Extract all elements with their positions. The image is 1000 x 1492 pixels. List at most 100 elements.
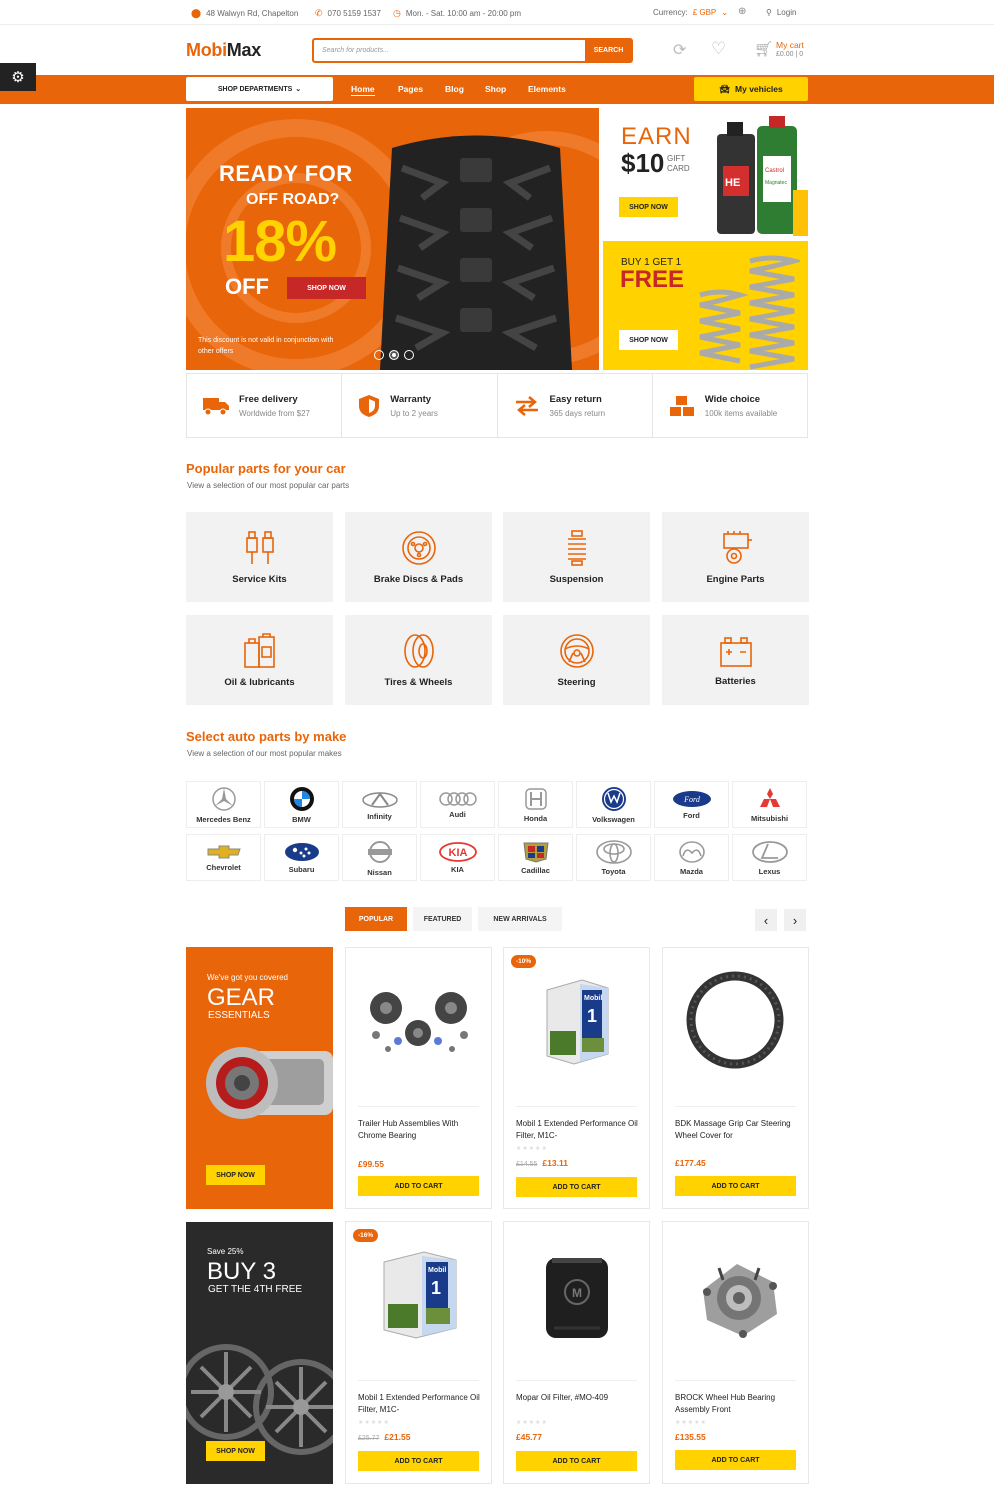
search-input[interactable]: Search for products... [322,47,389,54]
svg-text:1: 1 [587,1006,597,1026]
product-card[interactable]: Trailer Hub Assemblies With Chrome Beari… [345,947,492,1209]
product-card[interactable]: BDK Massage Grip Car Steering Wheel Cove… [662,947,809,1209]
globe-icon[interactable]: ⊕ [738,6,746,17]
tab-popular[interactable]: POPULAR [345,907,407,931]
make-mazda[interactable]: Mazda [654,834,729,881]
make-mitsubishi[interactable]: Mitsubishi [732,781,807,828]
nav-pages[interactable]: Pages [398,84,423,94]
add-to-cart-button[interactable]: ADD TO CART [516,1451,637,1471]
nav-blog[interactable]: Blog [445,84,464,94]
make-cadillac[interactable]: Cadillac [498,834,573,881]
login-link[interactable]: ⚲ Login [766,8,796,17]
makes-title: Select auto parts by make [186,729,347,744]
category-tires-wheels[interactable]: Tires & Wheels [345,615,492,705]
make-infinity[interactable]: Infinity [342,781,417,828]
compare-icon[interactable]: ⟳ [673,40,686,60]
logo[interactable]: MobiMax [186,40,261,61]
add-to-cart-button[interactable]: ADD TO CART [675,1450,796,1470]
phone[interactable]: ✆ 070 5159 1537 [315,8,381,19]
make-bmw[interactable]: BMW [264,781,339,828]
slider-dot[interactable] [404,350,414,360]
gear-shop-now-button[interactable]: SHOP NOW [206,1165,265,1185]
mini-cart[interactable]: My cart £0.00 | 0 [776,40,804,58]
category-steering[interactable]: Steering [503,615,650,705]
lexus-logo-icon [751,840,788,863]
slider-dot-active[interactable] [389,350,399,360]
popular-parts-subtitle: View a selection of our most popular car… [187,481,350,490]
category-batteries[interactable]: Batteries [662,615,809,705]
hero-shop-now-button[interactable]: SHOP NOW [287,277,366,299]
location-pin-icon: ⬤ [191,8,202,18]
nav-shop[interactable]: Shop [485,84,506,94]
make-volkswagen[interactable]: Volkswagen [576,781,651,828]
category-oil-lubricants[interactable]: Oil & lubricants [186,615,333,705]
make-subaru[interactable]: Subaru [264,834,339,881]
honda-logo-icon [524,787,547,810]
make-nissan[interactable]: Nissan [342,834,417,881]
nav-elements[interactable]: Elements [528,84,566,94]
svg-text:Mobil: Mobil [428,1267,446,1274]
product-name[interactable]: Mobil 1 Extended Performance Oil Filter,… [516,1118,641,1142]
product-name[interactable]: Mobil 1 Extended Performance Oil Filter,… [358,1392,483,1416]
category-engine-parts[interactable]: Engine Parts [662,512,809,602]
carousel-next-button[interactable]: › [784,909,806,931]
product-card[interactable]: BROCK Wheel Hub Bearing Assembly Front ★… [662,1221,809,1484]
add-to-cart-button[interactable]: ADD TO CART [358,1176,479,1196]
my-vehicles-button[interactable]: 🚘︎ My vehicles [694,77,808,101]
battery-icon [719,636,752,667]
svg-text:1: 1 [431,1278,441,1298]
currency-selector[interactable]: Currency: £ GBP ⌄ [653,8,728,17]
tab-new-arrivals[interactable]: NEW ARRIVALS [478,907,562,931]
make-audi[interactable]: Audi [420,781,495,828]
product-card[interactable]: -16% Mobil 1 Mobil 1 Extended Performanc… [345,1221,492,1484]
make-kia[interactable]: KIA KIA [420,834,495,881]
product-name[interactable]: Mopar Oil Filter, #MO-409 [516,1392,641,1404]
add-to-cart-button[interactable]: ADD TO CART [358,1451,479,1471]
search-button[interactable]: SEARCH [585,39,632,62]
product-price: £135.55 [675,1432,706,1442]
feature-easy-return: Easy return 365 days return [498,374,653,437]
make-toyota[interactable]: Toyota [576,834,651,881]
cart-icon[interactable]: 🛒︎ [754,40,773,58]
heart-icon[interactable]: ♡ [711,39,726,59]
earn-shop-now-button[interactable]: SHOP NOW [619,197,678,217]
shop-departments-button[interactable]: SHOP DEPARTMENTS ⌄ [186,77,333,101]
feature-free-delivery: Free delivery Worldwide from $27 [187,374,343,437]
settings-gear-icon[interactable]: ⚙ [0,63,36,91]
category-service-kits[interactable]: Service Kits [186,512,333,602]
make-chevrolet[interactable]: Chevrolet [186,834,261,881]
search-bar[interactable]: Search for products... SEARCH [312,38,633,63]
nav-home[interactable]: Home [351,84,375,96]
product-name[interactable]: BROCK Wheel Hub Bearing Assembly Front [675,1392,800,1416]
carousel-prev-button[interactable]: ‹ [755,909,777,931]
make-mercedes-benz[interactable]: Mercedes Benz [186,781,261,828]
make-ford[interactable]: Ford Ford [654,781,729,828]
top-bar: ⬤ 48 Walwyn Rd, Chapelton ✆ 070 5159 1537 … [0,0,1000,25]
product-card[interactable]: -10% Mobil 1 Mobil 1 Extended Performanc… [503,947,650,1209]
category-suspension[interactable]: Suspension [503,512,650,602]
add-to-cart-button[interactable]: ADD TO CART [675,1176,796,1196]
divider [516,1106,637,1107]
suspension-spring-icon [567,529,586,566]
make-lexus[interactable]: Lexus [732,834,807,881]
toyota-logo-icon [595,839,632,864]
product-name[interactable]: Trailer Hub Assemblies With Chrome Beari… [358,1118,483,1142]
oil-bottles-image: HE Castrol Magnatec [717,116,808,236]
add-to-cart-button[interactable]: ADD TO CART [516,1177,637,1197]
product-card[interactable]: M Mopar Oil Filter, #MO-409 ★★★★★ £45.77… [503,1221,650,1484]
discount-badge: -16% [353,1229,379,1242]
make-honda[interactable]: Honda [498,781,573,828]
address: ⬤ 48 Walwyn Rd, Chapelton [191,8,299,18]
category-brake-discs[interactable]: Brake Discs & Pads [345,512,492,602]
buy3-shop-now-button[interactable]: SHOP NOW [206,1441,265,1461]
slider-dot[interactable] [374,350,384,360]
tab-featured[interactable]: FEATURED [413,907,472,931]
cadillac-logo-icon [522,842,549,863]
ford-logo-icon: Ford [672,790,711,807]
rating-stars: ★★★★★ [675,1420,707,1426]
free-shop-now-button[interactable]: SHOP NOW [619,330,678,350]
divider [516,1380,637,1381]
product-image-wheel-hub [703,1264,777,1338]
divider [0,24,994,25]
product-name[interactable]: BDK Massage Grip Car Steering Wheel Cove… [675,1118,800,1142]
